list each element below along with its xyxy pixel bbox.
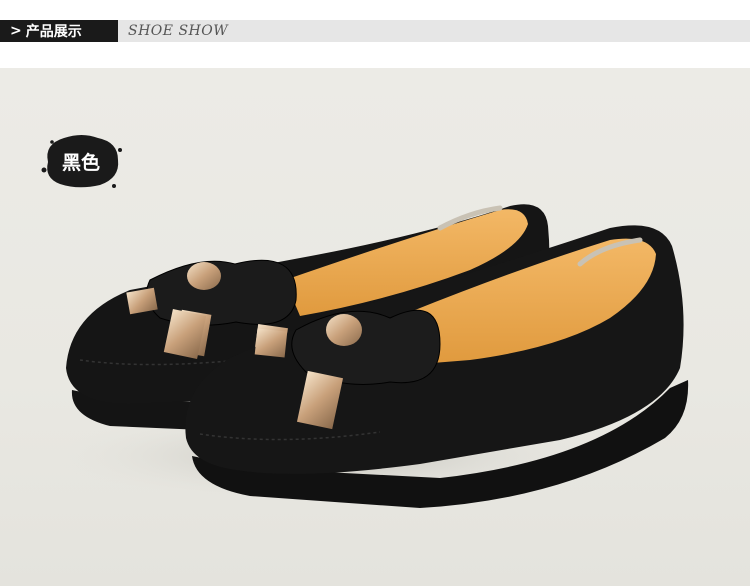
section-title-en: SHOE SHOW: [128, 23, 229, 39]
section-title-box: > 产品展示: [0, 20, 118, 42]
section-title-cn: 产品展示: [25, 24, 82, 40]
color-label: 黑色: [61, 151, 100, 174]
color-badge: 黑色: [38, 130, 124, 192]
section-title-en-box: SHOE SHOW: [118, 20, 750, 42]
arrow-icon: >: [10, 23, 22, 39]
section-header: > 产品展示 SHOE SHOW: [0, 20, 750, 42]
product-photo: 黑色: [0, 68, 750, 586]
